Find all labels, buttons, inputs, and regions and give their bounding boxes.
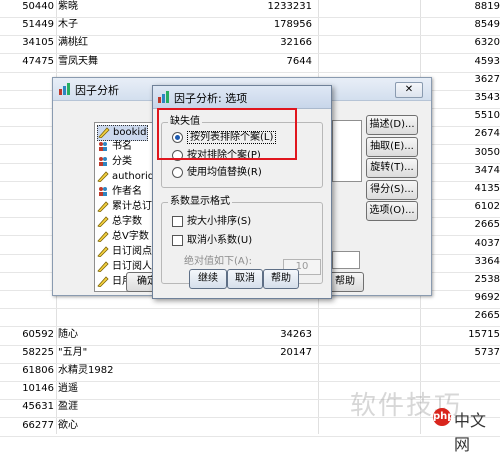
variable-list-item[interactable]: 总V字数: [97, 230, 149, 244]
variable-list-item[interactable]: 总字数: [97, 215, 142, 229]
variable-list-item[interactable]: 作者名: [97, 185, 142, 199]
nominal-variable-icon: [99, 141, 107, 151]
variable-name: 作者名: [112, 186, 142, 197]
factor-dialog-title: 因子分析: [75, 84, 119, 97]
variable-name: 总V字数: [112, 231, 149, 242]
options-dialog-titlebar: 因子分析: 选项: [153, 86, 331, 109]
annotation-highlight-box: [157, 108, 297, 160]
checkbox-icon[interactable]: [172, 215, 183, 227]
selection-variable-box[interactable]: [332, 251, 360, 269]
coefficient-format-label: 系数显示格式: [168, 196, 232, 208]
rotation-button[interactable]: 旋转(T)...: [366, 158, 418, 178]
sort-by-size-option[interactable]: 按大小排序(S): [172, 215, 251, 229]
nominal-variable-icon: [99, 186, 107, 196]
php-logo-icon: php: [433, 408, 454, 426]
scale-variable-icon: [97, 245, 109, 257]
variable-name: 分类: [112, 156, 132, 167]
selected-variables-box[interactable]: [332, 120, 362, 182]
watermark-site-name: 中文网: [454, 411, 487, 454]
nominal-variable-icon: [99, 156, 107, 166]
continue-button[interactable]: 继续: [189, 269, 227, 289]
table-cell[interactable]: [232, 415, 312, 436]
variable-list-item[interactable]: authorid: [97, 170, 154, 184]
factor-analysis-icon: [59, 83, 70, 95]
scale-variable-icon: [97, 260, 109, 272]
table-cell[interactable]: 欲心: [58, 415, 168, 436]
variable-list-item[interactable]: 书名: [97, 140, 132, 154]
options-dialog-title: 因子分析: 选项: [174, 92, 248, 105]
suppress-small-option[interactable]: 取消小系数(U): [172, 234, 252, 248]
variable-name: 总字数: [112, 216, 142, 227]
cancel-button[interactable]: 取消: [227, 269, 263, 289]
variable-name: bookid: [113, 127, 147, 138]
replace-with-mean-option[interactable]: 使用均值替换(R): [172, 166, 262, 180]
table-cell[interactable]: 66277: [0, 415, 54, 436]
options-help-button[interactable]: 帮助: [263, 269, 299, 289]
checkbox-icon[interactable]: [172, 234, 183, 246]
scale-variable-icon: [97, 200, 109, 212]
scale-variable-icon: [98, 126, 110, 138]
factor-analysis-icon: [158, 91, 169, 103]
radio-icon[interactable]: [172, 166, 183, 178]
variable-name: 书名: [112, 141, 132, 152]
scale-variable-icon: [97, 215, 109, 227]
scale-variable-icon: [97, 170, 109, 182]
absolute-value-label: 绝对值如下(A):: [184, 256, 253, 267]
extraction-button[interactable]: 抽取(E)...: [366, 137, 418, 157]
options-button[interactable]: 选项(O)...: [366, 201, 418, 221]
variable-list-item[interactable]: 分类: [97, 155, 132, 169]
scale-variable-icon: [97, 230, 109, 242]
variable-name: authorid: [112, 171, 155, 182]
scores-button[interactable]: 得分(S)...: [366, 180, 418, 200]
scale-variable-icon: [97, 275, 109, 287]
descriptives-button[interactable]: 描述(D)...: [366, 115, 418, 135]
variable-list-item[interactable]: bookid: [97, 125, 148, 141]
close-button[interactable]: ✕: [395, 82, 423, 98]
